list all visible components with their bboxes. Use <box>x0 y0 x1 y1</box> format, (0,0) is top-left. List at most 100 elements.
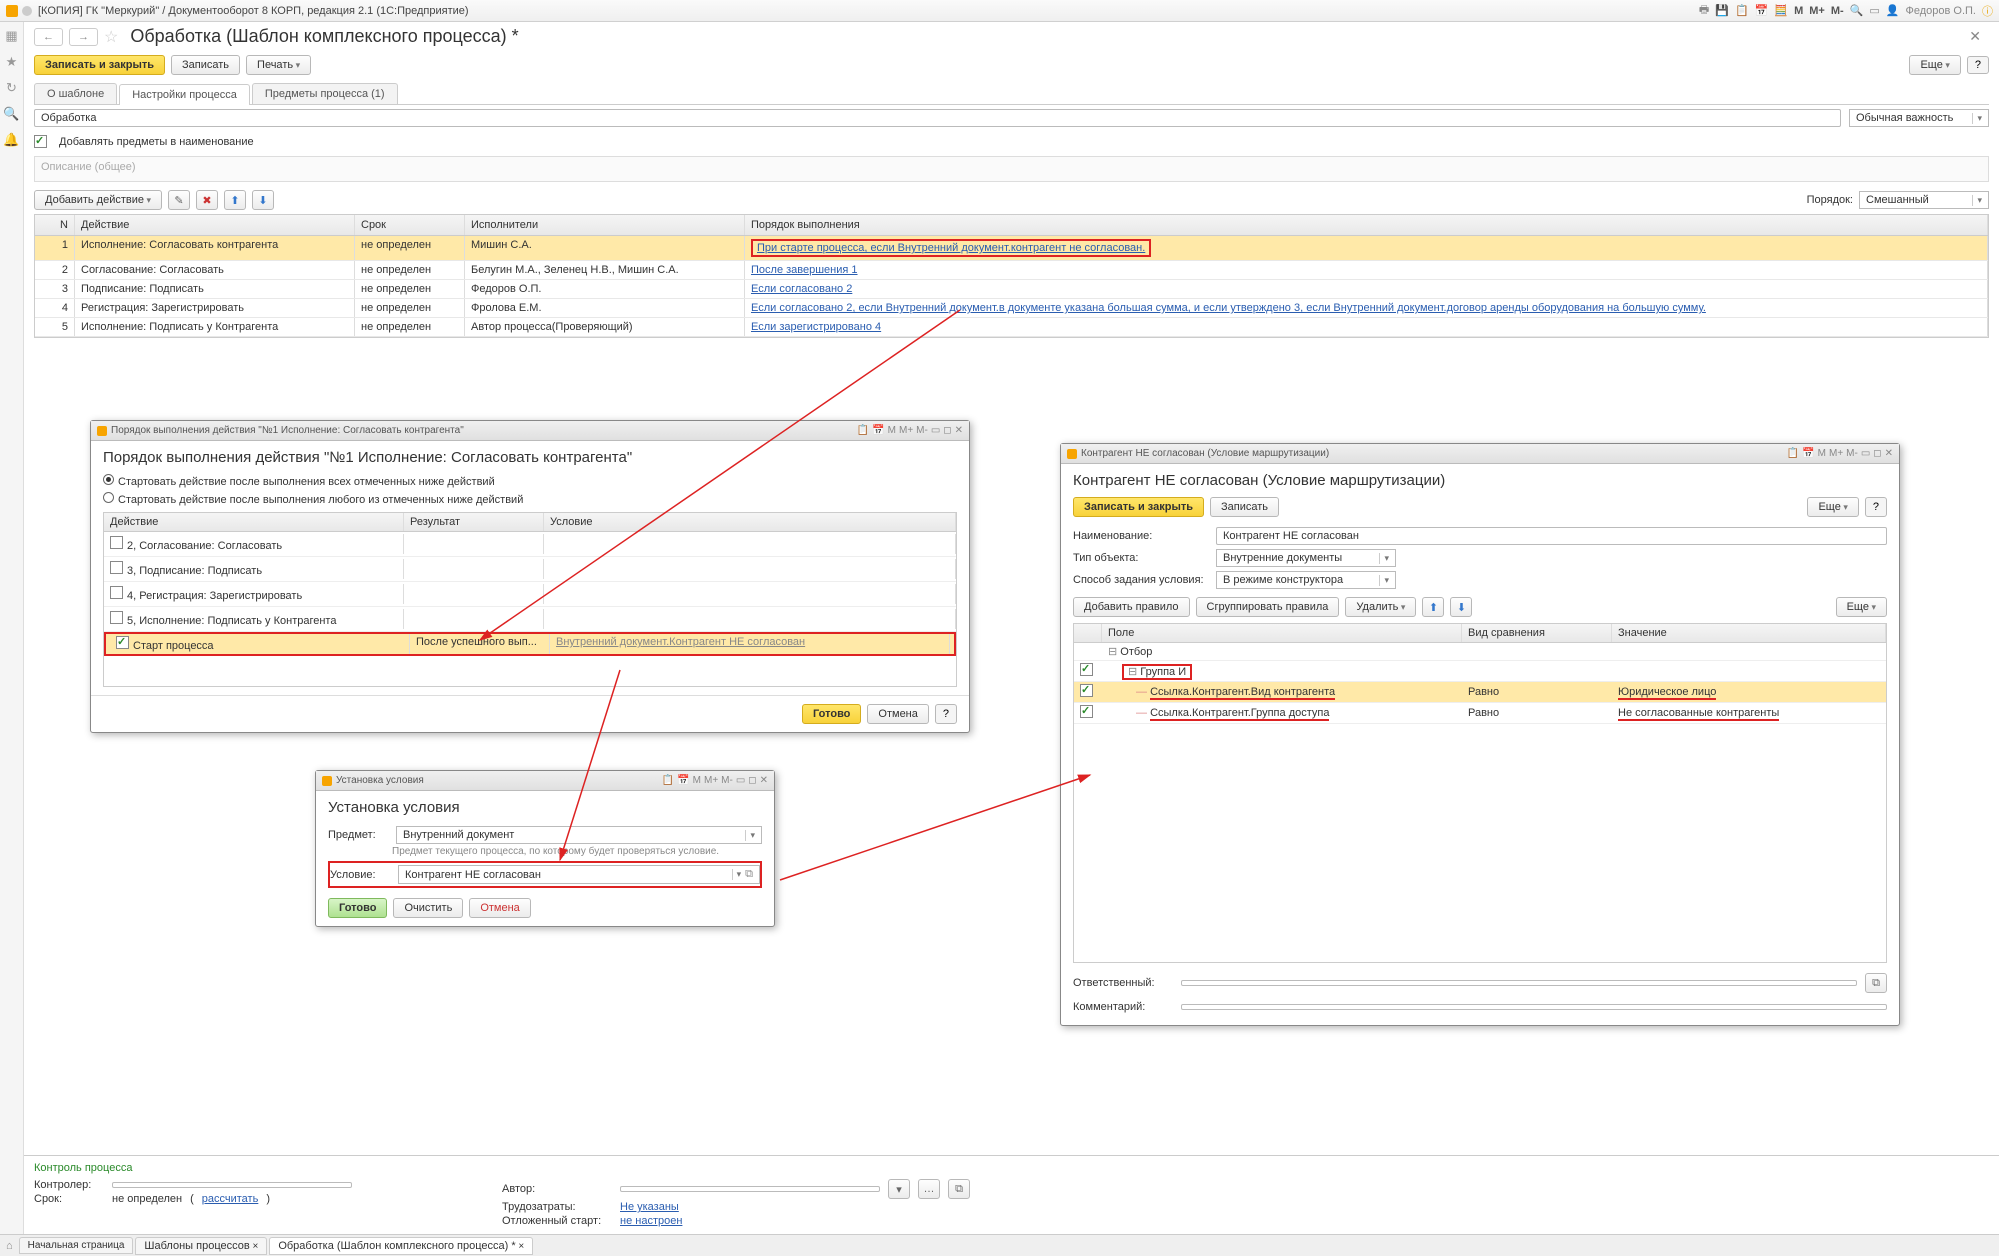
fav-star-icon[interactable]: ☆ <box>104 27 118 47</box>
subject-select[interactable]: Внутренний документ▾ <box>396 826 762 844</box>
responsible-input[interactable] <box>1181 980 1857 986</box>
history-icon[interactable]: ↻ <box>6 80 17 96</box>
grid-row[interactable]: 2Согласование: Согласоватьне определенБе… <box>35 261 1988 280</box>
save-icon[interactable]: 💾 <box>1715 4 1729 17</box>
order-select[interactable]: Смешанный▾ <box>1859 191 1989 209</box>
rule-more-button[interactable]: Еще <box>1807 497 1858 517</box>
tab-items[interactable]: Предметы процесса (1) <box>252 83 398 104</box>
close-page-icon[interactable]: ✕ <box>1969 28 1981 45</box>
rule-name-input[interactable]: Контрагент НЕ согласован <box>1216 527 1887 545</box>
copy-icon[interactable]: 📋 <box>1735 4 1749 17</box>
order-cancel-button[interactable]: Отмена <box>867 704 928 724</box>
rule-save-close-button[interactable]: Записать и закрыть <box>1073 497 1204 517</box>
importance-select[interactable]: Обычная важность▾ <box>1849 109 1989 127</box>
tab-settings[interactable]: Настройки процесса <box>119 84 250 105</box>
grid-row[interactable]: 5Исполнение: Подписать у Контрагентане о… <box>35 318 1988 337</box>
description-input[interactable]: Описание (общее) <box>34 156 1989 182</box>
windows-icon[interactable]: ▭ <box>1869 4 1879 17</box>
move-up-icon[interactable]: ⬆ <box>224 190 246 210</box>
author-input[interactable] <box>620 1186 880 1192</box>
name-input[interactable]: Обработка <box>34 109 1841 127</box>
rule-save-button[interactable]: Записать <box>1210 497 1279 517</box>
calc-icon[interactable]: 🧮 <box>1774 4 1788 17</box>
order-help-button[interactable]: ? <box>935 704 957 724</box>
comment-input[interactable] <box>1181 1004 1887 1010</box>
tab-about[interactable]: О шаблоне <box>34 83 117 104</box>
search-icon[interactable]: 🔍 <box>3 106 19 122</box>
labor-link[interactable]: Не указаны <box>620 1201 679 1213</box>
save-close-button[interactable]: Записать и закрыть <box>34 55 165 75</box>
search-tool-icon[interactable]: 🔍 <box>1850 4 1864 17</box>
order-label: Порядок: <box>1807 194 1853 206</box>
help-button[interactable]: ? <box>1967 56 1989 74</box>
subgrid-row[interactable]: 3, Подписание: Подписать <box>104 557 956 582</box>
delete-rule-button[interactable]: Удалить <box>1345 597 1416 617</box>
footer-tab-templates[interactable]: Шаблоны процессов × <box>135 1237 267 1255</box>
nav-forward-button[interactable]: → <box>69 28 98 46</box>
min-icon[interactable]: ▭ <box>931 425 940 436</box>
rules-row-group[interactable]: ⊟ Группа И <box>1074 661 1886 682</box>
rule-mode-select[interactable]: В режиме конструктора▾ <box>1216 571 1396 589</box>
rule-help-button[interactable]: ? <box>1865 497 1887 517</box>
bell-icon[interactable]: 🔔 <box>3 132 19 148</box>
print-button[interactable]: Печать <box>246 55 311 75</box>
apps-icon[interactable]: ▦ <box>5 28 17 44</box>
save-button[interactable]: Записать <box>171 55 240 75</box>
subgrid-row-start[interactable]: Старт процесса После успешного вып... Вн… <box>104 632 956 656</box>
grid-row[interactable]: 4Регистрация: Зарегистрироватьне определ… <box>35 299 1988 318</box>
delete-icon[interactable]: ✖ <box>196 190 218 210</box>
m-icon[interactable]: M <box>1794 5 1803 17</box>
edit-icon[interactable]: ✎ <box>168 190 190 210</box>
max-icon[interactable]: ◻ <box>943 425 951 436</box>
close-icon[interactable]: ✕ <box>955 425 963 436</box>
controller-input[interactable] <box>112 1182 352 1188</box>
rule-down-icon[interactable]: ⬇ <box>1450 597 1472 617</box>
rules-row[interactable]: — Ссылка.Контрагент.Группа доступаРавноН… <box>1074 703 1886 724</box>
grid-row[interactable]: 1 Исполнение: Согласовать контрагента не… <box>35 236 1988 261</box>
rule-type-select[interactable]: Внутренние документы▾ <box>1216 549 1396 567</box>
deferred-link[interactable]: не настроен <box>620 1215 682 1227</box>
more-button[interactable]: Еще <box>1909 55 1960 75</box>
cond-select[interactable]: Контрагент НЕ согласован▾⧉ <box>398 865 760 884</box>
rule-list-more-button[interactable]: Еще <box>1836 597 1887 617</box>
order-dialog-titlebar[interactable]: Порядок выполнения действия "№1 Исполнен… <box>91 421 969 441</box>
nav-back-button[interactable]: ← <box>34 28 63 46</box>
rules-row[interactable]: — Ссылка.Контрагент.Вид контрагентаРавно… <box>1074 682 1886 703</box>
footer-tab-current[interactable]: Обработка (Шаблон комплексного процесса)… <box>269 1237 533 1255</box>
m-plus-icon[interactable]: M+ <box>1809 5 1825 17</box>
close-icon[interactable]: ✕ <box>1885 448 1893 459</box>
close-icon[interactable]: ✕ <box>760 775 768 786</box>
cond-dialog-titlebar[interactable]: Установка условия 📋📅MM+M-▭◻✕ <box>316 771 774 791</box>
radio-any[interactable] <box>103 492 114 503</box>
move-down-icon[interactable]: ⬇ <box>252 190 274 210</box>
user-name: Федоров О.П. <box>1906 5 1977 17</box>
cond-cancel-button[interactable]: Отмена <box>469 898 530 918</box>
name-row: Обработка Обычная важность▾ <box>24 105 1999 131</box>
subgrid-row[interactable]: 5, Исполнение: Подписать у Контрагента <box>104 607 956 632</box>
user-icon: 👤 <box>1886 4 1900 17</box>
cond-clear-button[interactable]: Очистить <box>393 898 463 918</box>
rules-row-selection[interactable]: ⊟ Отбор <box>1074 643 1886 661</box>
add-action-button[interactable]: Добавить действие <box>34 190 162 210</box>
print-icon[interactable]: 🖶 <box>1699 1 1709 20</box>
radio-all[interactable] <box>103 474 114 485</box>
open-icon[interactable]: ⧉ <box>1865 973 1887 993</box>
add-items-checkbox[interactable] <box>34 135 47 148</box>
footer-tab-home[interactable]: Начальная страница <box>19 1237 134 1254</box>
group-rules-button[interactable]: Сгруппировать правила <box>1196 597 1340 617</box>
calendar-icon[interactable]: 📅 <box>1755 4 1769 17</box>
add-rule-button[interactable]: Добавить правило <box>1073 597 1190 617</box>
calc-link[interactable]: рассчитать <box>202 1193 259 1205</box>
m-minus-icon[interactable]: M- <box>1831 5 1844 17</box>
order-done-button[interactable]: Готово <box>802 704 861 724</box>
info-icon[interactable]: ⓘ <box>1982 3 1993 19</box>
cond-done-button[interactable]: Готово <box>328 898 387 918</box>
grid-row[interactable]: 3Подписание: Подписатьне определенФедоро… <box>35 280 1988 299</box>
rule-dialog-titlebar[interactable]: Контрагент НЕ согласован (Условие маршру… <box>1061 444 1899 464</box>
rule-up-icon[interactable]: ⬆ <box>1422 597 1444 617</box>
home-icon[interactable]: ⌂ <box>6 1240 13 1252</box>
subgrid-row[interactable]: 2, Согласование: Согласовать <box>104 532 956 557</box>
star-icon[interactable]: ★ <box>6 54 18 70</box>
col-deadline: Срок <box>355 215 465 235</box>
subgrid-row[interactable]: 4, Регистрация: Зарегистрировать <box>104 582 956 607</box>
